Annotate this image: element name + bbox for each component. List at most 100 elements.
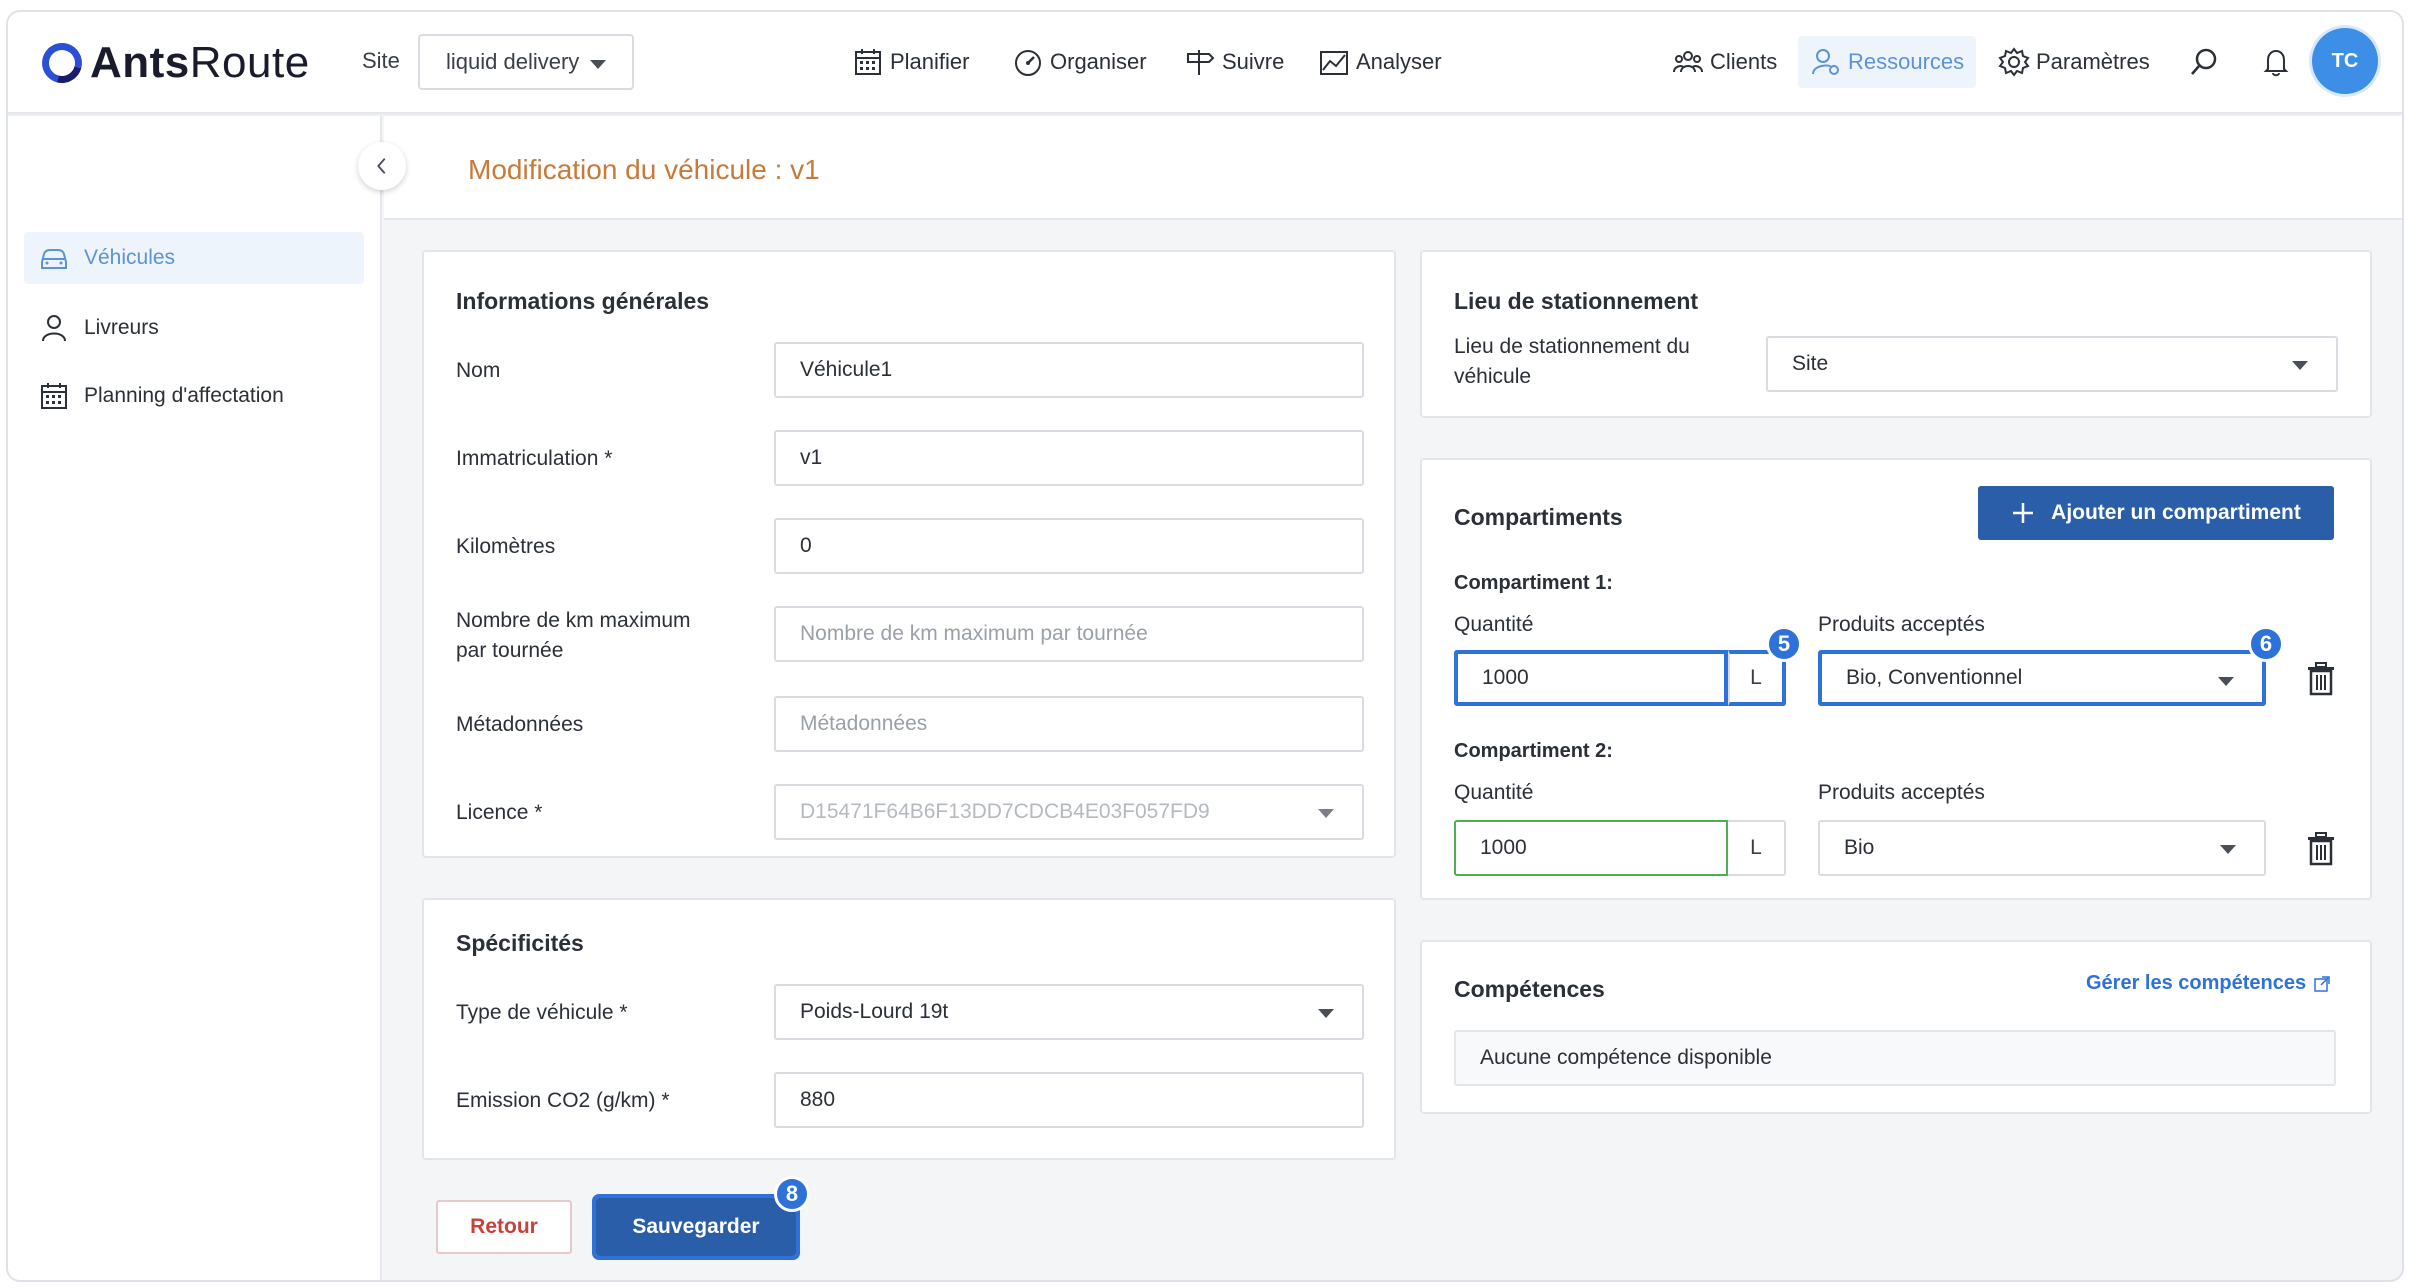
licence-label: Licence * — [456, 801, 543, 824]
site-label: Site — [362, 48, 400, 73]
bell-icon — [2263, 49, 2289, 77]
sidebar-item-label: Planning d'affectation — [84, 384, 284, 407]
nav-suivre-label: Suivre — [1222, 49, 1285, 74]
chevron-down-icon — [1318, 1009, 1334, 1018]
person-icon — [42, 315, 66, 342]
compartment-2-qty-input[interactable]: 1000 — [1454, 820, 1728, 876]
save-button[interactable]: Sauvegarder — [592, 1194, 800, 1260]
nav-parametres-label: Paramètres — [2036, 49, 2150, 74]
logo-text-bold: Ants — [90, 38, 190, 87]
specs-card: Spécificités Type de véhicule * Poids-Lo… — [422, 898, 1396, 1160]
card-title: Compétences — [1454, 976, 1605, 1002]
card-title: Lieu de stationnement — [1454, 288, 1699, 314]
page-title-bar: Modification du véhicule : v1 — [384, 116, 2402, 220]
parking-select[interactable]: Site — [1766, 336, 2338, 392]
nav-suivre[interactable]: Suivre — [1184, 42, 1284, 82]
kilometres-input[interactable]: 0 — [774, 518, 1364, 574]
top-header: AntsRoute Site liquid delivery Planifier… — [8, 12, 2402, 114]
user-avatar[interactable]: TC — [2312, 28, 2378, 94]
manage-skills-link[interactable]: Gérer les compétences — [2086, 972, 2330, 995]
sidebar-item-planning[interactable]: Planning d'affectation — [24, 370, 364, 422]
compartment-2-unit: L — [1728, 820, 1786, 876]
calendar-icon — [855, 49, 881, 75]
immatriculation-label: Immatriculation * — [456, 447, 613, 470]
nom-input[interactable]: Véhicule1 — [774, 342, 1364, 398]
chevron-down-icon — [2218, 677, 2234, 686]
page-title: Modification du véhicule : v1 — [468, 154, 820, 185]
co2-input[interactable]: 880 — [774, 1072, 1364, 1128]
chevron-left-icon — [377, 158, 386, 174]
licence-value: D15471F64B6F13DD7CDCB4E03F057FD9 — [800, 800, 1210, 823]
gear-icon — [1998, 47, 2030, 77]
licence-select[interactable]: D15471F64B6F13DD7CDCB4E03F057FD9 — [774, 784, 1364, 840]
nav-ressources[interactable]: Ressources — [1798, 36, 1977, 88]
chevron-down-icon — [2220, 845, 2236, 854]
skills-card: Compétences Gérer les compétences Aucune… — [1420, 940, 2372, 1114]
vehicle-type-label: Type de véhicule * — [456, 1001, 628, 1024]
chevron-down-icon — [1318, 809, 1334, 818]
person-gear-icon — [1812, 49, 1839, 75]
compartment-1-heading: Compartiment 1: — [1454, 572, 1613, 594]
parking-card: Lieu de stationnement Lieu de stationnem… — [1420, 250, 2372, 418]
nav-parametres[interactable]: Paramètres — [1998, 42, 2150, 82]
metadonnees-label: Métadonnées — [456, 713, 584, 736]
notifications-button[interactable] — [2260, 42, 2292, 82]
group-icon — [1673, 51, 1703, 73]
co2-label: Emission CO2 (g/km) * — [456, 1089, 670, 1112]
compartment-2-heading: Compartiment 2: — [1454, 740, 1613, 762]
calendar-icon — [41, 383, 67, 409]
car-icon — [41, 249, 67, 269]
max-km-label-line1: Nombre de km maximum — [456, 609, 691, 632]
add-compartment-button[interactable]: Ajouter un compartiment — [1978, 486, 2334, 540]
chart-icon — [1320, 51, 1348, 75]
nav-organiser-label: Organiser — [1050, 49, 1147, 74]
compartment-1-qty-input[interactable]: 1000 — [1454, 650, 1728, 706]
sidebar-item-vehicules[interactable]: Véhicules — [24, 232, 364, 284]
nav-planifier-label: Planifier — [890, 49, 970, 74]
compartment-1-products-select[interactable]: Bio, Conventionnel — [1818, 650, 2266, 706]
search-button[interactable] — [2188, 42, 2220, 82]
sidebar: Véhicules Livreurs Planning d'affectatio… — [8, 116, 382, 1280]
back-button[interactable]: Retour — [436, 1200, 572, 1254]
manage-skills-label: Gérer les compétences — [2086, 972, 2307, 994]
metadonnees-input[interactable]: Métadonnées — [774, 696, 1364, 752]
step-badge-5: 5 — [1766, 626, 1802, 662]
nav-ressources-label: Ressources — [1848, 49, 1965, 74]
nav-analyser-label: Analyser — [1356, 49, 1442, 74]
vehicle-type-select[interactable]: Poids-Lourd 19t — [774, 984, 1364, 1040]
trash-icon[interactable] — [2306, 832, 2336, 866]
collapse-sidebar-button[interactable] — [358, 142, 406, 190]
site-select-value: liquid delivery — [446, 49, 580, 74]
max-km-label: Nombre de km maximum par tournée — [456, 606, 691, 666]
nav-analyser[interactable]: Analyser — [1318, 42, 1442, 82]
parking-label-line1: Lieu de stationnement du — [1454, 335, 1690, 358]
card-title: Compartiments — [1454, 504, 1623, 530]
trash-icon[interactable] — [2306, 662, 2336, 696]
compartment-2-products-label: Produits acceptés — [1818, 781, 1985, 804]
compartment-1-products-label: Produits acceptés — [1818, 613, 1985, 636]
immatriculation-input[interactable]: v1 — [774, 430, 1364, 486]
parking-label-line2: véhicule — [1454, 365, 1532, 388]
compartment-2-products-value: Bio — [1844, 836, 1875, 859]
card-title: Spécificités — [456, 930, 584, 956]
sidebar-item-livreurs[interactable]: Livreurs — [24, 302, 364, 354]
nav-planifier[interactable]: Planifier — [852, 42, 969, 82]
signpost-icon — [1187, 50, 1215, 75]
search-icon — [2191, 48, 2217, 75]
nav-clients[interactable]: Clients — [1672, 42, 1777, 82]
plus-icon — [2013, 503, 2034, 523]
general-info-card: Informations générales Nom Véhicule1 Imm… — [422, 250, 1396, 858]
speedometer-icon — [1015, 50, 1041, 76]
nom-label: Nom — [456, 359, 501, 382]
card-title: Informations générales — [456, 288, 710, 314]
chevron-down-icon — [590, 60, 606, 69]
compartment-2-products-select[interactable]: Bio — [1818, 820, 2266, 876]
antsroute-logo[interactable]: AntsRoute — [34, 34, 310, 92]
no-skills-message: Aucune compétence disponible — [1454, 1030, 2336, 1086]
nav-organiser[interactable]: Organiser — [1012, 42, 1147, 82]
max-km-input[interactable]: Nombre de km maximum par tournée — [774, 606, 1364, 662]
site-select[interactable]: liquid delivery — [418, 34, 634, 90]
compartment-2-qty-label: Quantité — [1454, 781, 1534, 804]
parking-value: Site — [1792, 352, 1829, 375]
compartment-1-products-value: Bio, Conventionnel — [1846, 666, 2023, 689]
